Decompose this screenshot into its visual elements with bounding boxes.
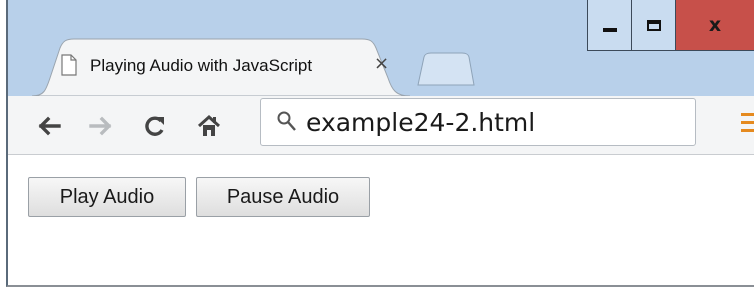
close-window-button[interactable]: x: [676, 0, 754, 50]
menu-icon: [741, 113, 754, 132]
home-button[interactable]: [194, 111, 224, 141]
reload-icon: [145, 116, 164, 136]
minimize-button[interactable]: [588, 0, 632, 50]
search-icon: [277, 111, 296, 131]
browser-window: x Playing Audio with JavaScript × exampl…: [6, 0, 754, 287]
maximize-button[interactable]: [632, 0, 676, 50]
new-tab-button[interactable]: [414, 52, 476, 86]
page-icon: [61, 54, 77, 76]
tab-title: Playing Audio with JavaScript: [90, 56, 352, 76]
forward-arrow-icon: [89, 116, 112, 136]
maximize-icon: [646, 19, 661, 31]
reload-button[interactable]: [140, 111, 170, 141]
back-arrow-icon: [38, 116, 61, 136]
window-controls: x: [587, 0, 754, 51]
play-audio-button[interactable]: Play Audio: [28, 177, 186, 217]
minimize-icon: [602, 28, 617, 32]
address-text[interactable]: example24-2.html: [306, 108, 535, 137]
tab-close-icon[interactable]: ×: [374, 53, 389, 74]
menu-button[interactable]: [741, 113, 754, 137]
forward-button[interactable]: [86, 111, 116, 141]
pause-audio-button[interactable]: Pause Audio: [196, 177, 370, 217]
back-button[interactable]: [34, 111, 64, 141]
close-icon: x: [708, 13, 722, 36]
page-content: [8, 155, 754, 285]
home-icon: [197, 114, 221, 136]
